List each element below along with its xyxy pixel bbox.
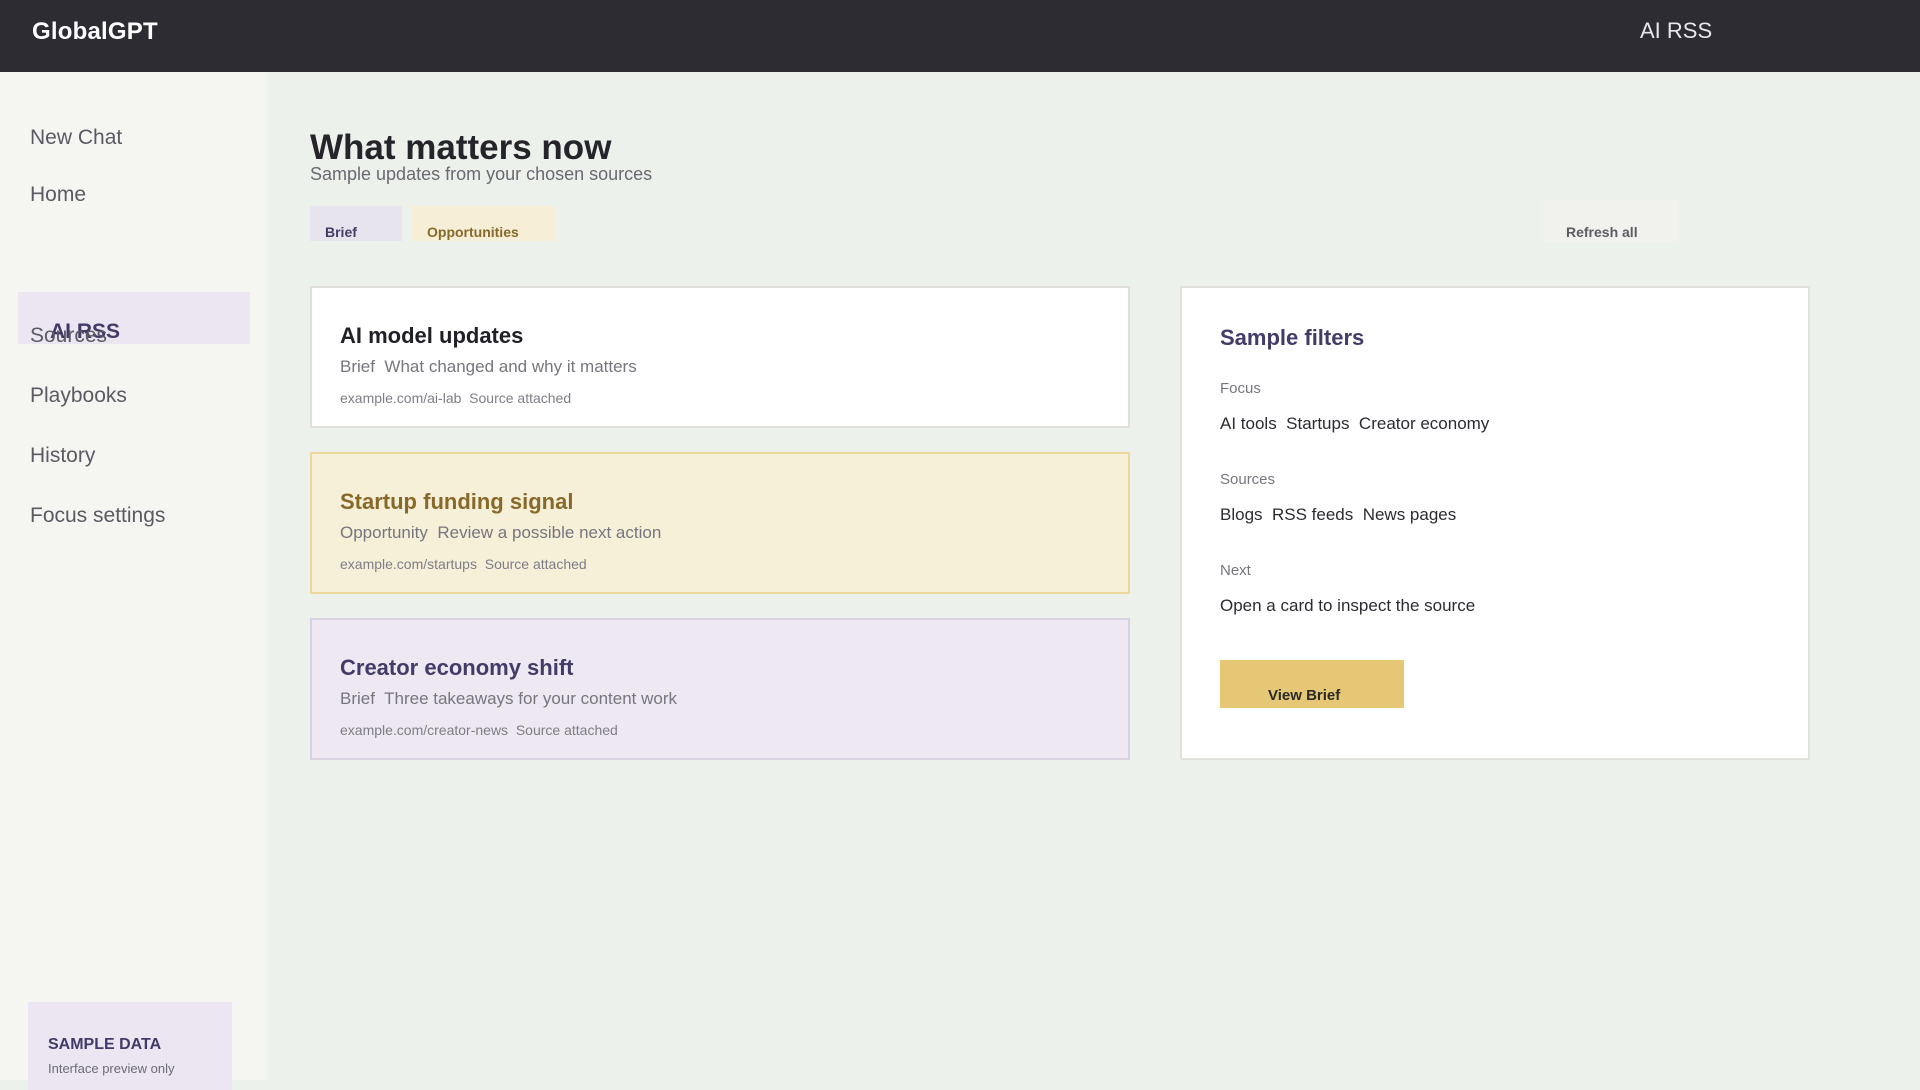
feed-card-startup-funding-signal[interactable]: Startup funding signal Opportunity Revie… [310, 452, 1130, 594]
tab-opportunities-label: Opportunities [427, 224, 519, 240]
view-brief-label: View Brief [1268, 687, 1341, 704]
card-description: Brief What changed and why it matters [340, 357, 637, 377]
sidebar-item-playbooks[interactable]: Playbooks [30, 384, 127, 408]
card-meta: example.com/startups Source attached [340, 556, 587, 572]
sidebar: New Chat Home AI RSS Sources Playbooks H… [0, 72, 268, 1090]
filter-values-focus: AI tools Startups Creator economy [1220, 414, 1489, 434]
sidebar-item-history[interactable]: History [30, 444, 95, 468]
sample-badge-title: SAMPLE DATA [48, 1036, 162, 1053]
filter-chip[interactable]: Blogs [1220, 505, 1263, 524]
filter-chip[interactable]: Creator economy [1359, 414, 1489, 433]
card-source: example.com/startups [340, 556, 477, 572]
filter-chip[interactable]: AI tools [1220, 414, 1277, 433]
card-title: Startup funding signal [340, 489, 574, 514]
card-source: example.com/ai-lab [340, 390, 462, 406]
card-source: example.com/creator-news [340, 722, 509, 738]
view-brief-button[interactable]: View Brief [1220, 660, 1404, 708]
card-tag: Opportunity [340, 523, 428, 542]
filter-chip[interactable]: News pages [1363, 505, 1457, 524]
card-meta: example.com/ai-lab Source attached [340, 390, 571, 406]
filter-label-focus: Focus [1220, 380, 1261, 397]
card-title: Creator economy shift [340, 655, 574, 680]
tab-opportunities[interactable]: Opportunities [412, 206, 556, 241]
app-brand[interactable]: GlobalGPT [32, 18, 158, 46]
filter-label-next: Next [1220, 562, 1251, 579]
card-title: AI model updates [340, 323, 524, 348]
top-context-title: AI RSS [1640, 18, 1713, 43]
card-note: Source attached [469, 390, 572, 406]
sample-filters-panel: Sample filters Focus AI tools Startups C… [1180, 286, 1810, 760]
filter-chip[interactable]: Startups [1286, 414, 1349, 433]
sample-data-badge: SAMPLE DATA Interface preview only [28, 1002, 232, 1090]
card-description: Brief Three takeaways for your content w… [340, 689, 677, 709]
filter-label-sources: Sources [1220, 471, 1276, 488]
card-summary: What changed and why it matters [384, 357, 637, 376]
card-tag: Brief [340, 357, 375, 376]
top-bar: GlobalGPT AI RSS [0, 0, 1920, 72]
feed-card-creator-economy-shift[interactable]: Creator economy shift Brief Three takeaw… [310, 618, 1130, 760]
sidebar-item-sources[interactable]: Sources [30, 324, 107, 348]
card-summary: Review a possible next action [437, 523, 662, 542]
sample-badge-subtitle: Interface preview only [48, 1061, 175, 1076]
filter-chip[interactable]: RSS feeds [1272, 505, 1353, 524]
card-description: Opportunity Review a possible next actio… [340, 523, 661, 543]
refresh-all-label: Refresh all [1566, 224, 1638, 240]
sidebar-item-new-chat[interactable]: New Chat [30, 126, 122, 150]
sidebar-item-home[interactable]: Home [30, 183, 86, 207]
main-content: What matters now Sample updates from you… [268, 72, 1920, 1080]
tab-brief[interactable]: Brief [310, 206, 402, 241]
refresh-all-button[interactable]: Refresh all [1540, 200, 1678, 242]
feed-card-ai-model-updates[interactable]: AI model updates Brief What changed and … [310, 286, 1130, 428]
filters-title: Sample filters [1220, 325, 1365, 350]
card-meta: example.com/creator-news Source attached [340, 722, 618, 738]
card-tag: Brief [340, 689, 375, 708]
filter-values-sources: Blogs RSS feeds News pages [1220, 505, 1456, 525]
card-summary: Three takeaways for your content work [384, 689, 678, 708]
page-subtitle: Sample updates from your chosen sources [310, 164, 653, 184]
filter-next-hint: Open a card to inspect the source [1220, 596, 1476, 615]
card-note: Source attached [484, 556, 587, 572]
tab-brief-label: Brief [325, 224, 357, 240]
sidebar-item-focus-settings[interactable]: Focus settings [30, 504, 165, 528]
page-title: What matters now [310, 128, 612, 167]
card-note: Source attached [515, 722, 618, 738]
